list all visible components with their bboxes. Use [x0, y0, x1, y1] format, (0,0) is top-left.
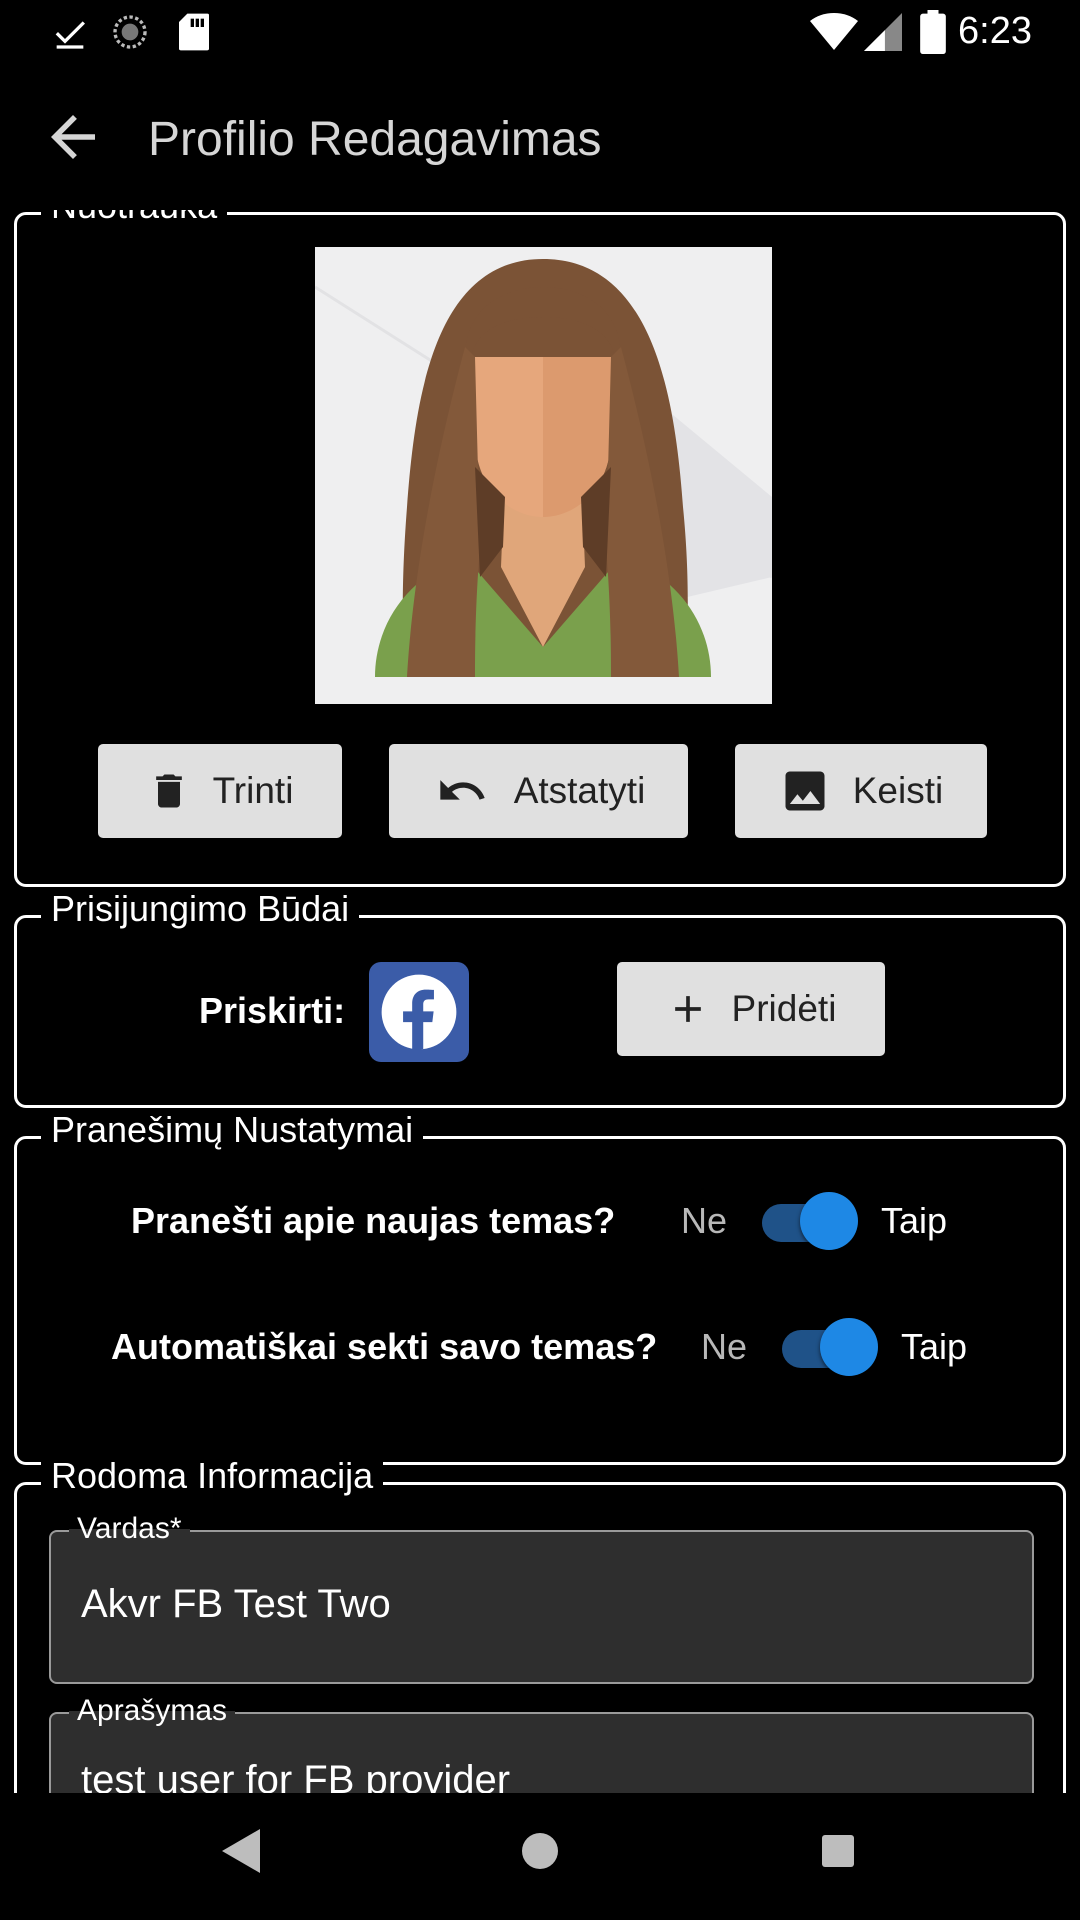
home-nav-icon[interactable]: [520, 1829, 560, 1873]
login-methods-section: Prisijungimo Būdai Priskirti: Pridėti: [14, 888, 1066, 1108]
auto-follow-topics-toggle[interactable]: [782, 1316, 878, 1376]
status-time: 6:23: [958, 10, 1032, 52]
display-info-section: Rodoma Informacija Vardas* Akvr FB Test …: [14, 1455, 1066, 1793]
auto-follow-topics-yes: Taip: [901, 1326, 968, 1367]
description-field-label: Aprašymas: [69, 1694, 236, 1728]
notify-new-topics-yes: Taip: [881, 1200, 948, 1241]
change-photo-label: Keisti: [852, 770, 944, 811]
back-nav-icon[interactable]: [222, 1829, 260, 1873]
assigned-label: Priskirti:: [199, 990, 346, 1031]
page-title: Profilio Redagavimas: [148, 113, 602, 166]
profile-photo: [315, 247, 772, 704]
notification-settings-section: Pranešimų Nustatymai Pranešti apie nauja…: [14, 1109, 1066, 1465]
wifi-icon: [810, 13, 858, 50]
download-done-icon: [55, 21, 85, 49]
status-bar: 6:23: [0, 0, 1080, 64]
facebook-icon: [381, 974, 457, 1050]
notification-settings-legend: Pranešimų Nustatymai: [41, 1109, 424, 1151]
name-field-label: Vardas*: [69, 1512, 190, 1546]
toggle-thumb: [820, 1318, 878, 1376]
name-field-value: Akvr FB Test Two: [81, 1582, 391, 1626]
display-info-legend: Rodoma Informacija: [41, 1455, 384, 1497]
scroll-content[interactable]: Nuotrauka: [0, 210, 1080, 1793]
notify-new-topics-toggle[interactable]: [762, 1190, 858, 1250]
arrow-left-icon: [51, 115, 95, 159]
image-icon: [785, 771, 825, 811]
add-provider-button[interactable]: Pridėti: [617, 962, 885, 1056]
recents-nav-icon[interactable]: [820, 1829, 856, 1873]
auto-follow-topics-label: Automatiškai sekti savo temas?: [111, 1326, 658, 1367]
reset-photo-label: Atstatyti: [513, 770, 646, 811]
notify-new-topics-no: Ne: [681, 1200, 728, 1241]
add-provider-label: Pridėti: [731, 988, 837, 1029]
auto-follow-topics-no: Ne: [701, 1326, 748, 1367]
login-methods-legend: Prisijungimo Būdai: [41, 888, 360, 930]
sd-card-icon: [179, 13, 209, 51]
description-field[interactable]: Aprašymas test user for FB provider: [49, 1694, 1034, 1793]
delete-icon: [155, 774, 182, 808]
reset-photo-button[interactable]: Atstatyti: [389, 744, 688, 838]
sync-icon: [113, 15, 147, 49]
back-button[interactable]: [40, 104, 106, 170]
photo-section: Nuotrauka: [14, 210, 1066, 887]
photo-section-legend: Nuotrauka: [41, 210, 228, 227]
notify-new-topics-label: Pranešti apie naujas temas?: [131, 1200, 616, 1241]
signal-icon: [864, 13, 902, 51]
delete-photo-label: Trinti: [212, 770, 294, 811]
battery-icon: [920, 10, 946, 54]
toggle-thumb: [800, 1192, 858, 1250]
facebook-provider-button[interactable]: [369, 962, 469, 1062]
delete-photo-button[interactable]: Trinti: [98, 744, 342, 838]
undo-icon: [440, 780, 485, 800]
change-photo-button[interactable]: Keisti: [735, 744, 987, 838]
description-field-value: test user for FB provider: [81, 1758, 511, 1793]
navigation-bar: [0, 1793, 1080, 1920]
plus-icon: [674, 996, 701, 1022]
name-field[interactable]: Vardas* Akvr FB Test Two: [49, 1512, 1034, 1684]
app-bar: Profilio Redagavimas: [0, 64, 1080, 210]
